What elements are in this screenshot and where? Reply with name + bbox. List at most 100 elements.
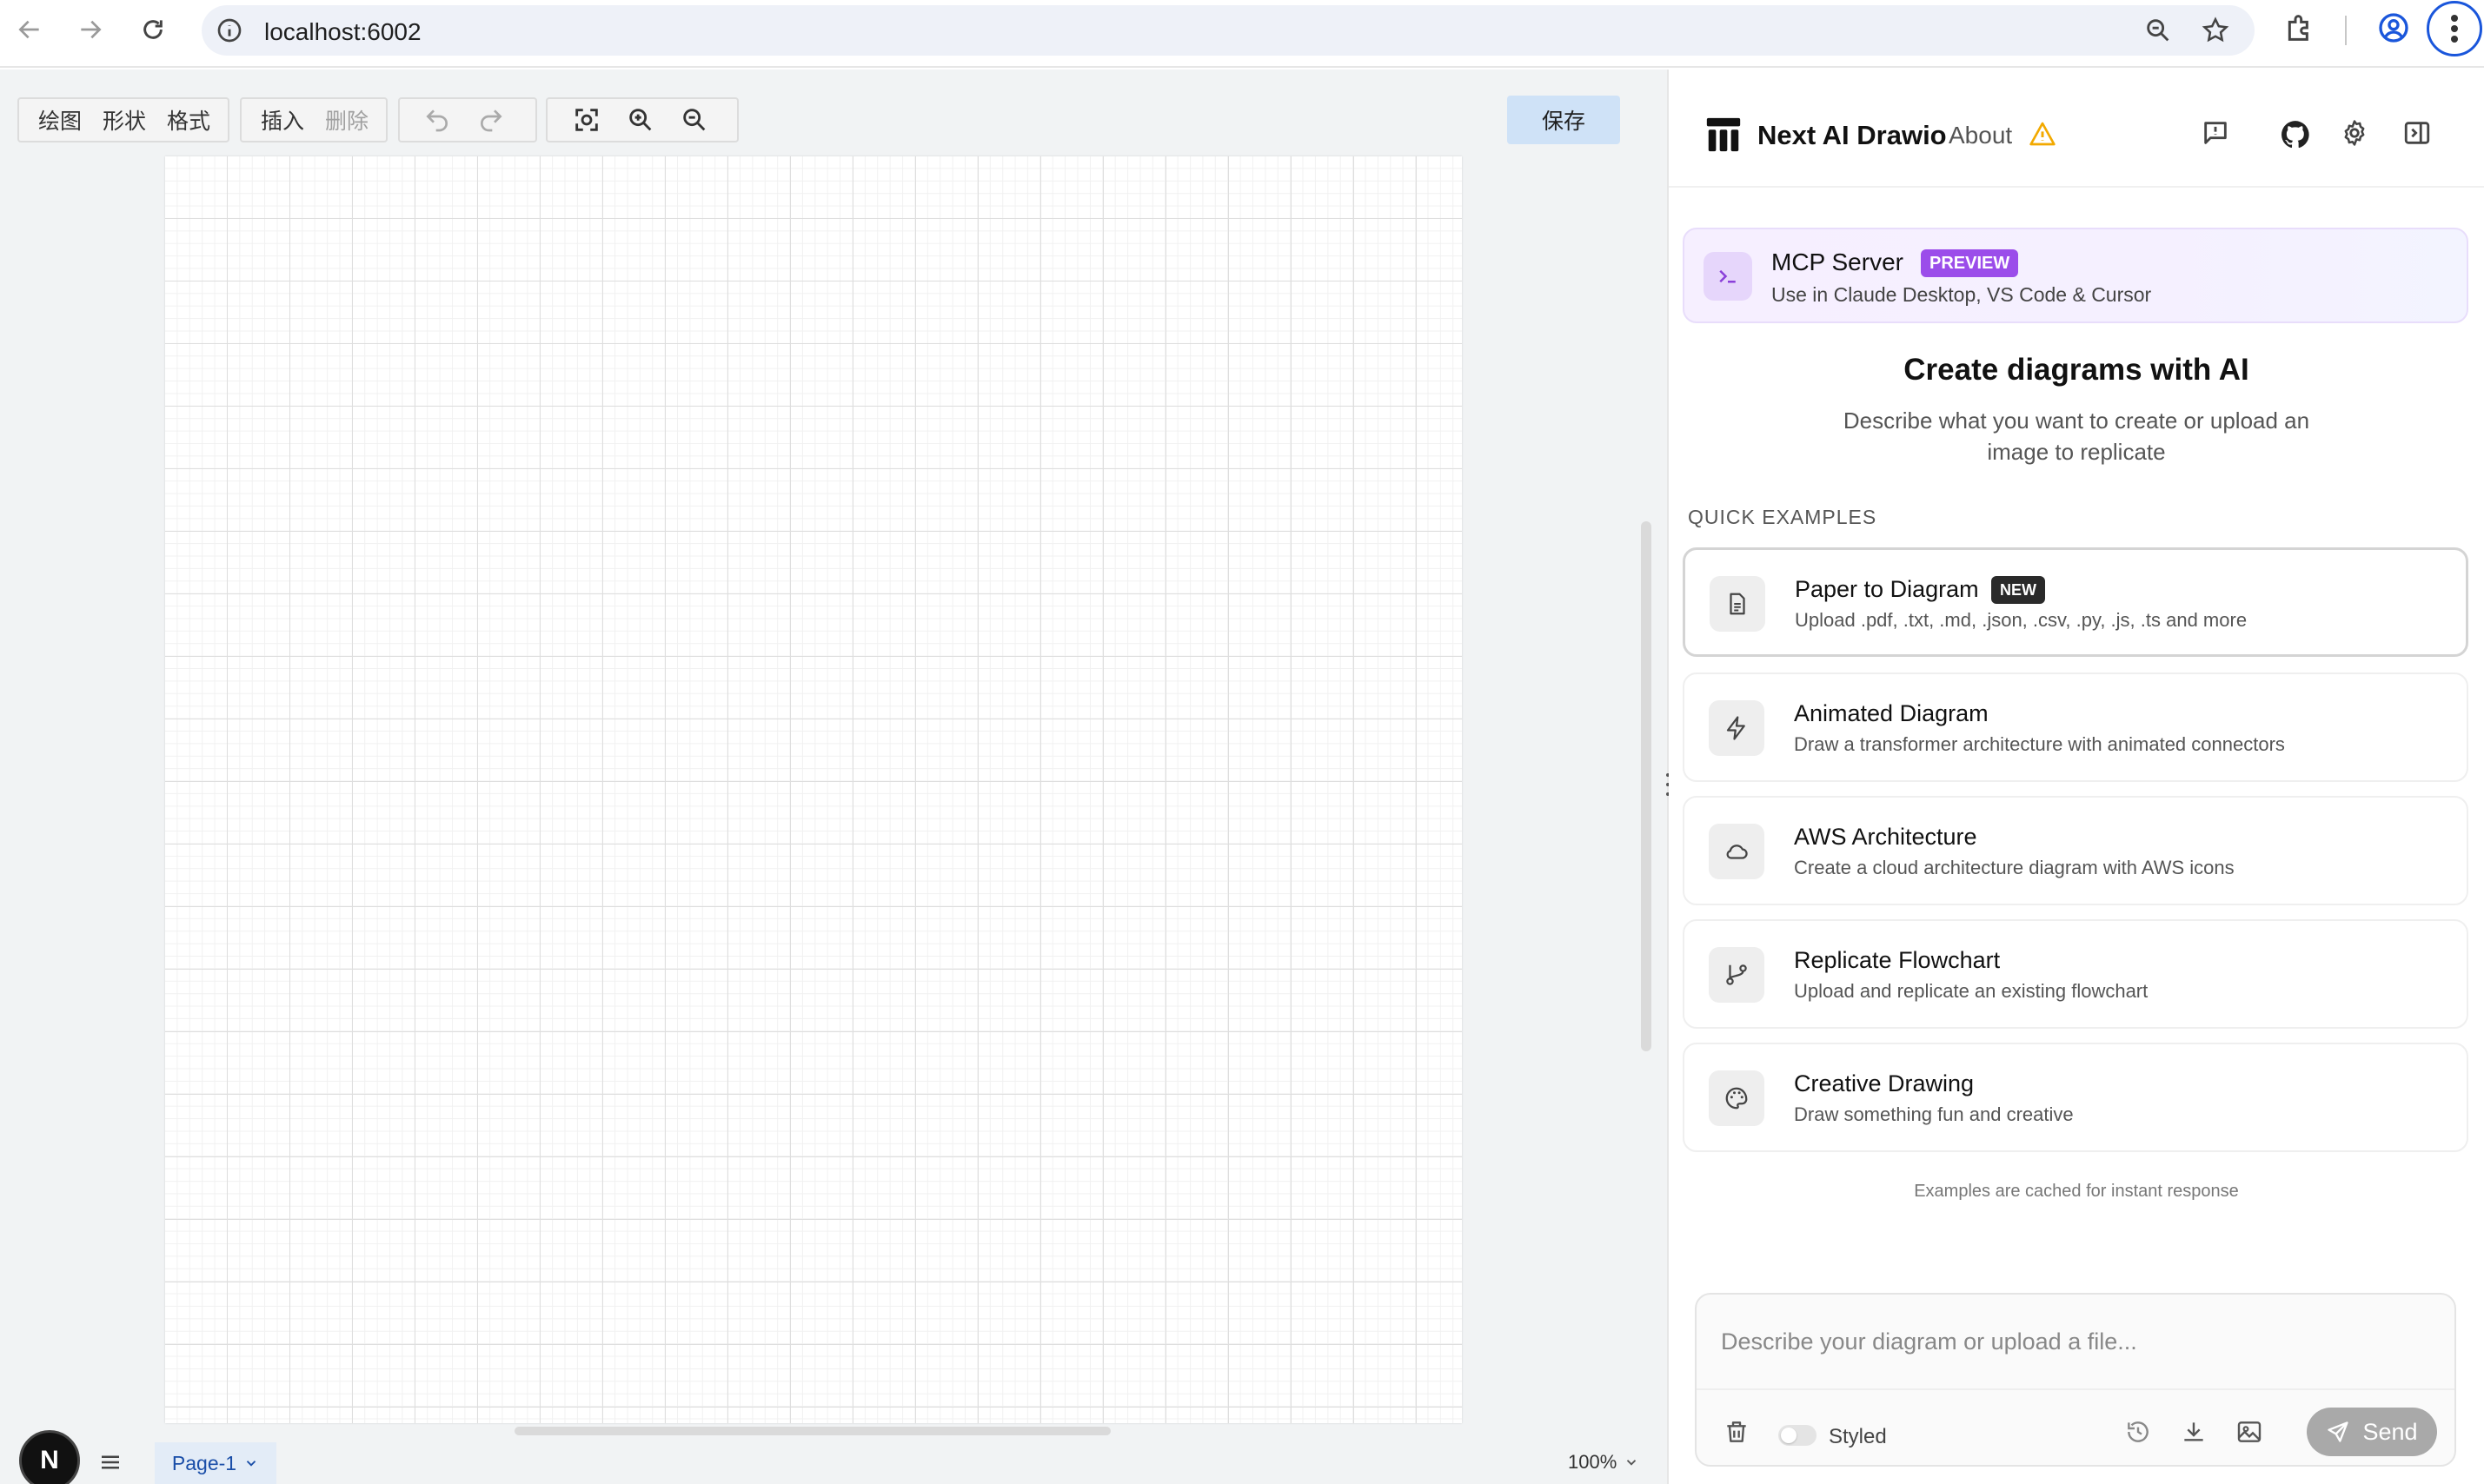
menu-draw[interactable]: 绘图 [28, 104, 92, 136]
delete-button[interactable]: 删除 [315, 104, 379, 136]
page-bar: N Page-1 100% [0, 1430, 1667, 1484]
drawing-canvas[interactable] [165, 156, 1462, 1423]
canvas-area [0, 156, 1667, 1435]
send-button[interactable]: Send [2307, 1408, 2437, 1456]
about-link[interactable]: About [1949, 122, 2012, 149]
example-card-replicate-flowchart[interactable]: Replicate Flowchart Upload and replicate… [1683, 919, 2468, 1029]
zoom-out-button[interactable] [667, 99, 721, 141]
zoom-level-value: 100% [1568, 1451, 1617, 1473]
example-subtitle: Draw a transformer architecture with ani… [1794, 733, 2285, 755]
warning-icon[interactable] [2029, 120, 2056, 152]
download-icon [2184, 1422, 2203, 1441]
git-branch-icon [1709, 947, 1764, 1003]
vertical-scrollbar[interactable] [1641, 521, 1651, 1051]
reload-icon [143, 20, 163, 39]
example-card-aws-architecture[interactable]: AWS Architecture Create a cloud architec… [1683, 796, 2468, 905]
menu-shape[interactable]: 形状 [92, 104, 156, 136]
arrow-left-icon [18, 20, 39, 39]
prompt-input[interactable] [1697, 1295, 2454, 1388]
horizontal-scrollbar[interactable] [515, 1427, 1111, 1435]
insert-button[interactable]: 插入 [250, 104, 315, 136]
example-subtitle: Upload and replicate an existing flowcha… [1794, 980, 2149, 1002]
settings-gear-icon[interactable] [2340, 118, 2369, 152]
mcp-title: MCP Server [1771, 248, 1903, 275]
download-button[interactable] [2180, 1418, 2208, 1450]
cached-note: Examples are cached for instant response [1914, 1182, 2239, 1201]
chevron-down-icon [246, 1461, 256, 1467]
nextjs-dev-badge[interactable]: N [19, 1430, 80, 1484]
styled-label: Styled [1829, 1425, 1887, 1448]
collapse-panel-icon[interactable] [2402, 118, 2432, 152]
history-icon [2128, 1421, 2149, 1442]
hero-title: Create diagrams with AI [1903, 353, 2249, 387]
ai-chat-panel: Next AI Drawio About MCP Server PREVIEW … [1669, 70, 2484, 1484]
pages-menu-icon[interactable] [97, 1449, 123, 1480]
example-title: Animated Diagram [1794, 700, 1989, 726]
edit-group: 插入 删除 [240, 97, 388, 142]
lightning-icon [1709, 700, 1764, 756]
hero-subtitle: Describe what you want to create or uplo… [1843, 407, 2310, 465]
redo-button[interactable] [464, 99, 518, 141]
history-group [398, 97, 537, 142]
forward-button[interactable] [73, 12, 108, 47]
bookmark-star-icon[interactable] [2201, 16, 2230, 50]
browser-menu-button[interactable] [2427, 1, 2482, 56]
browser-toolbar: localhost:6002 [0, 0, 2484, 68]
zoom-icon[interactable] [2143, 16, 2173, 50]
clear-chat-button[interactable] [1723, 1418, 1750, 1450]
toolbar-divider [2345, 16, 2347, 45]
address-bar[interactable]: localhost:6002 [202, 5, 2255, 56]
file-text-icon [1710, 576, 1765, 632]
chat-composer: Styled Send [1695, 1293, 2456, 1467]
page-tab[interactable]: Page-1 [155, 1442, 276, 1484]
example-title: Replicate Flowchart [1794, 947, 2001, 973]
example-card-creative-drawing[interactable]: Creative Drawing Draw something fun and … [1683, 1043, 2468, 1152]
editor-toolbar: 绘图 形状 格式 插入 删除 保存 [0, 70, 1667, 156]
fit-button[interactable] [560, 99, 614, 141]
app-title: Next AI Drawio [1757, 120, 1947, 150]
profile-icon[interactable] [2376, 10, 2411, 50]
example-subtitle: Draw something fun and creative [1794, 1103, 2074, 1125]
example-title: Paper to Diagram [1795, 576, 1979, 602]
quick-examples-label: QUICK EXAMPLES [1688, 506, 1877, 528]
feedback-icon[interactable] [2201, 118, 2230, 152]
new-badge: NEW [1991, 576, 2045, 604]
cloud-icon [1709, 824, 1764, 879]
redo-icon [481, 109, 502, 132]
arrow-right-icon [81, 20, 102, 39]
styled-toggle[interactable] [1778, 1425, 1817, 1446]
trash-icon [1727, 1421, 1746, 1442]
image-icon [2237, 1421, 2262, 1442]
github-icon[interactable] [2279, 118, 2312, 156]
mcp-server-banner[interactable]: MCP Server PREVIEW Use in Claude Desktop… [1683, 228, 2468, 323]
example-title: AWS Architecture [1794, 824, 1977, 850]
terminal-icon [1704, 252, 1752, 301]
back-button[interactable] [12, 12, 47, 47]
url-text[interactable]: localhost:6002 [264, 18, 422, 46]
more-vertical-icon [2451, 15, 2458, 43]
example-title: Creative Drawing [1794, 1070, 1975, 1096]
site-info-icon[interactable] [216, 17, 243, 49]
zoom-out-icon [683, 109, 706, 131]
send-icon [2328, 1421, 2349, 1442]
fit-screen-icon [575, 109, 598, 131]
example-card-paper-to-diagram[interactable]: Paper to Diagram NEW Upload .pdf, .txt, … [1683, 547, 2468, 657]
zoom-level-select[interactable]: 100% [1568, 1451, 1639, 1474]
extensions-puzzle-icon[interactable] [2282, 10, 2317, 50]
upload-image-button[interactable] [2235, 1418, 2263, 1450]
reload-button[interactable] [136, 12, 170, 47]
mcp-subtitle: Use in Claude Desktop, VS Code & Cursor [1771, 283, 2152, 306]
example-card-animated-diagram[interactable]: Animated Diagram Draw a transformer arch… [1683, 672, 2468, 782]
menu-format[interactable]: 格式 [156, 104, 221, 136]
history-button[interactable] [2124, 1418, 2152, 1450]
undo-icon [426, 109, 448, 132]
composer-divider [1697, 1388, 2454, 1390]
save-button[interactable]: 保存 [1507, 96, 1620, 144]
example-subtitle: Create a cloud architecture diagram with… [1794, 857, 2235, 878]
undo-button[interactable] [410, 99, 464, 141]
example-subtitle: Upload .pdf, .txt, .md, .json, .csv, .py… [1795, 609, 2248, 631]
send-label: Send [2362, 1418, 2418, 1445]
panel-header: Next AI Drawio About [1669, 70, 2484, 188]
zoom-in-button[interactable] [614, 99, 667, 141]
menu-group: 绘图 形状 格式 [17, 97, 229, 142]
